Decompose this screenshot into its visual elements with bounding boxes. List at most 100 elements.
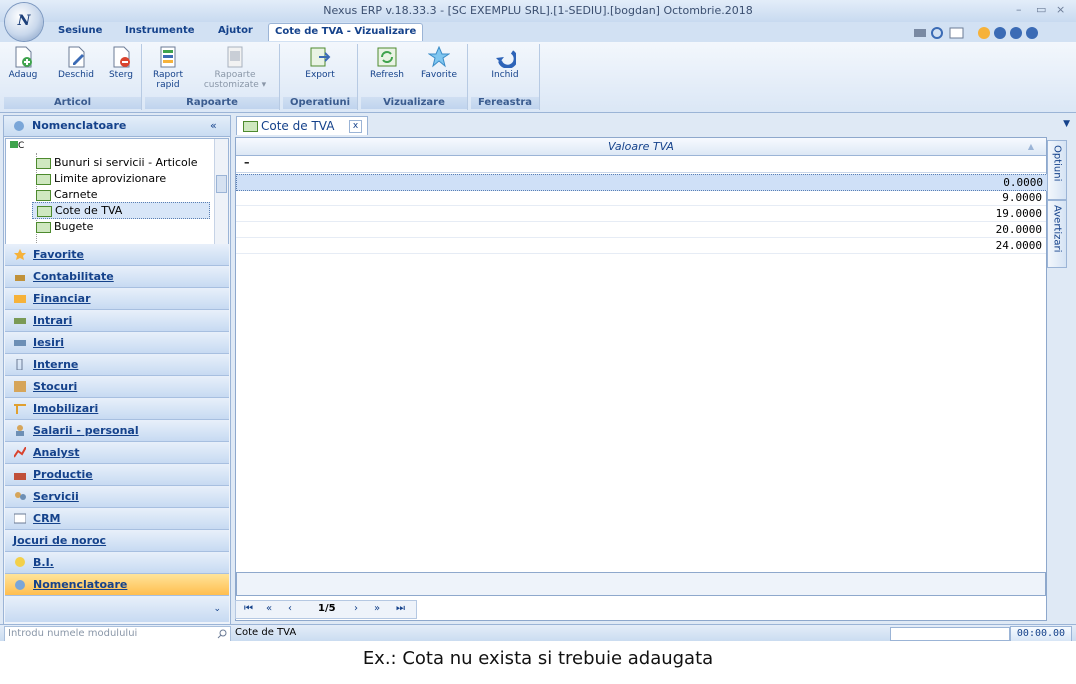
document-tabs: Cote de TVA x ▼ <box>231 115 1076 135</box>
nav-nomenclatoare[interactable]: Nomenclatoare <box>5 574 229 596</box>
previous-page-button[interactable]: « <box>266 603 272 614</box>
tree-item-limite[interactable]: Limite aprovizionare <box>32 171 170 186</box>
minimize-button[interactable]: – <box>1016 3 1022 16</box>
tree-item-bugete[interactable]: Bugete <box>32 219 97 234</box>
nav-label: CRM <box>33 512 61 525</box>
menu-tab-ajutor[interactable]: Ajutor <box>218 25 253 36</box>
nav-jocuri-de-noroc[interactable]: Jocuri de noroc <box>5 530 229 552</box>
document-tab-title: Cote de TVA <box>261 119 335 133</box>
nav-salarii[interactable]: Salarii - personal <box>5 420 229 442</box>
tree-item-carnete[interactable]: Carnete <box>32 187 102 202</box>
ribbon-group-articol: Adaug Deschid Sterg Articol <box>4 44 142 110</box>
tree-root[interactable]: C <box>10 141 24 151</box>
restore-button[interactable]: ▭ <box>1036 3 1046 16</box>
nav-productie[interactable]: Productie <box>5 464 229 486</box>
nav-stocuri[interactable]: Stocuri <box>5 376 229 398</box>
nomenclatoare-icon <box>14 121 24 131</box>
column-header-valoare-tva[interactable]: Valoare TVA ▲ <box>236 138 1046 156</box>
table-row[interactable]: 24.0000 <box>236 238 1046 254</box>
tree-item-label: Carnete <box>54 188 98 201</box>
print-icon <box>914 29 926 37</box>
side-tab-optiuni[interactable]: Optiuni <box>1047 140 1067 200</box>
table-icon <box>243 121 258 132</box>
last-record-button[interactable]: ⏭ <box>396 603 405 614</box>
record-position: 1/5 <box>318 603 336 614</box>
app-window: Nexus ERP v.18.33.3 - [SC EXEMPLU SRL].[… <box>0 0 1076 641</box>
favorite-label: Favorite <box>421 70 457 80</box>
nav-financiar[interactable]: Financiar <box>5 288 229 310</box>
tree-scroll-thumb[interactable] <box>216 175 227 193</box>
inchid-button[interactable]: Inchid <box>485 46 525 80</box>
module-search-input[interactable]: Introdu numele modulului <box>4 626 231 641</box>
side-tab-avertizari[interactable]: Avertizari <box>1047 200 1067 268</box>
menu-tab-instrumente[interactable]: Instrumente <box>125 25 195 36</box>
table-row[interactable]: 0.0000 <box>236 174 1048 191</box>
nav-favorite[interactable]: Favorite <box>5 244 229 266</box>
table-row[interactable]: 9.0000 <box>236 190 1046 206</box>
logo-letter: N <box>17 13 31 29</box>
sterg-label: Sterg <box>108 70 134 80</box>
nav-contabilitate[interactable]: Contabilitate <box>5 266 229 288</box>
close-button[interactable]: × <box>1056 3 1065 16</box>
table-row[interactable]: 20.0000 <box>236 222 1046 238</box>
close-tab-button[interactable]: x <box>349 120 362 133</box>
adaug-button[interactable]: Adaug <box>8 46 38 80</box>
nav-label: Intrari <box>33 314 73 327</box>
expand-more-icon[interactable]: ⌄ <box>213 604 221 614</box>
menu-tab-vizualizare[interactable]: Cote de TVA - Vizualizare <box>268 23 424 41</box>
nav-iesiri[interactable]: Iesiri <box>5 332 229 354</box>
edit-document-icon <box>68 46 85 68</box>
close-window-icon <box>496 50 518 69</box>
table-icon <box>36 174 51 185</box>
rapoarte-customizate-button[interactable]: Rapoarte customizate ▾ <box>197 46 273 90</box>
ribbon-group-label: Rapoarte <box>145 97 279 109</box>
next-page-button[interactable]: » <box>374 603 380 614</box>
nav-bi[interactable]: B.I. <box>5 552 229 574</box>
ribbon-group-operatiuni: Export Operatiuni <box>283 44 358 110</box>
person-icon <box>16 425 24 436</box>
nav-label: B.I. <box>33 556 54 569</box>
grid-footer <box>236 572 1046 596</box>
column-header-label: Valoare TVA <box>608 140 674 153</box>
sterg-button[interactable]: Sterg <box>106 46 136 80</box>
table-row[interactable]: 19.0000 <box>236 206 1046 222</box>
panel-title: Nomenclatoare <box>32 119 127 132</box>
previous-record-button[interactable]: ‹ <box>288 603 292 614</box>
tabs-dropdown-icon[interactable]: ▼ <box>1063 119 1070 129</box>
next-record-button[interactable]: › <box>354 603 358 614</box>
export-label: Export <box>305 70 335 80</box>
app-logo[interactable]: N <box>5 3 43 41</box>
info-icon <box>1010 27 1022 39</box>
filter-row[interactable]: – <box>236 156 1046 173</box>
nav-imobilizari[interactable]: Imobilizari <box>5 398 229 420</box>
document-tab-cote-tva[interactable]: Cote de TVA x <box>236 116 368 135</box>
menu-tab-sesiune[interactable]: Sesiune <box>58 25 102 36</box>
favorite-button[interactable]: Favorite <box>417 45 461 80</box>
nav-label: Nomenclatoare <box>33 578 128 591</box>
add-document-icon <box>15 46 32 68</box>
collapse-panel-button[interactable]: « <box>210 119 217 132</box>
tree-item-articole[interactable]: Bunuri si servicii - Articole <box>32 155 202 170</box>
nav-intrari[interactable]: Intrari <box>5 310 229 332</box>
options-icon <box>1026 27 1038 39</box>
help-icon <box>994 27 1006 39</box>
nav-interne[interactable]: Interne <box>5 354 229 376</box>
first-record-button[interactable]: ⏮ <box>244 603 253 614</box>
ribbon-group-label: Fereastra <box>471 97 539 109</box>
factory-icon <box>14 473 26 480</box>
deschid-button[interactable]: Deschid <box>58 46 94 80</box>
nav-servicii[interactable]: Servicii <box>5 486 229 508</box>
nav-crm[interactable]: CRM <box>5 508 229 530</box>
tree-root-icon <box>10 141 18 148</box>
tree-scrollbar[interactable] <box>214 139 228 255</box>
tree-item-cote-tva[interactable]: Cote de TVA <box>32 202 210 219</box>
raport-rapid-button[interactable]: Raport rapid <box>149 46 187 90</box>
ribbon-group-label: Operatiuni <box>283 97 357 109</box>
nav-analyst[interactable]: Analyst <box>5 442 229 464</box>
export-button[interactable]: Export <box>301 46 339 80</box>
table-icon <box>36 158 51 169</box>
refresh-button[interactable]: Refresh <box>367 46 407 80</box>
preview-icon <box>931 27 943 39</box>
table-icon <box>36 190 51 201</box>
data-grid: Valoare TVA ▲ – 0.0000 9.0000 19.0000 20… <box>235 137 1048 621</box>
